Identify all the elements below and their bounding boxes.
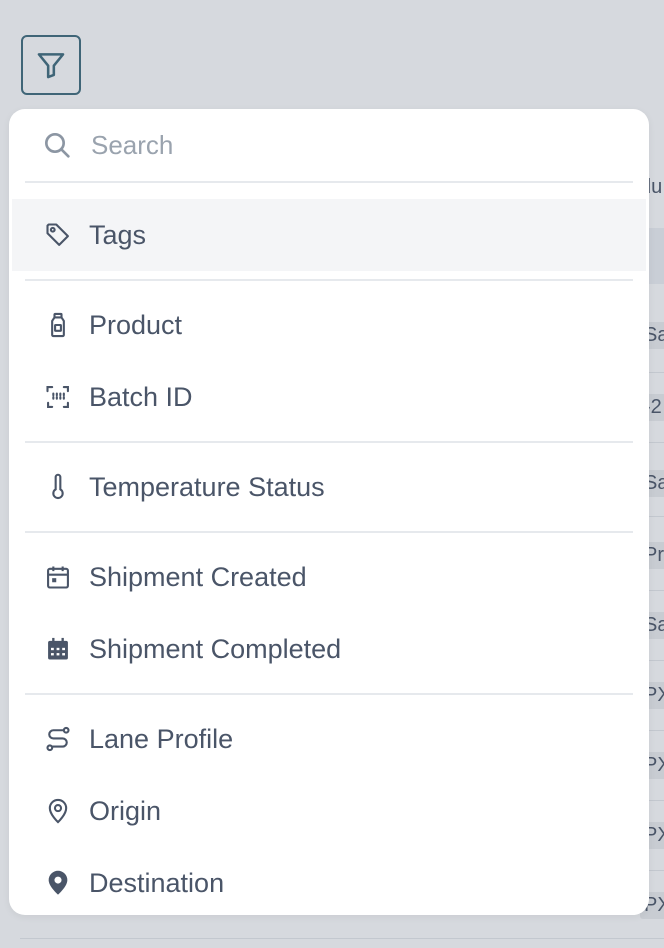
search-row xyxy=(9,109,649,181)
map-pin-outline-icon xyxy=(48,798,68,824)
filter-option-label: Batch ID xyxy=(89,382,193,412)
filter-option-label: Temperature Status xyxy=(89,472,325,502)
barcode-scan-icon xyxy=(46,386,69,408)
map-pin-filled-icon xyxy=(48,870,68,895)
divider xyxy=(25,181,633,183)
divider xyxy=(25,441,633,443)
filter-option-label: Origin xyxy=(89,796,162,826)
filter-icon xyxy=(37,53,65,79)
route-icon xyxy=(46,726,70,752)
filter-option-label: Tags xyxy=(89,220,147,250)
thermometer-icon xyxy=(52,473,64,500)
calendar-filled-icon xyxy=(48,637,68,660)
filter-option-tags[interactable]: Tags xyxy=(12,199,646,271)
filter-option-label: Product xyxy=(89,310,183,340)
filter-option-origin[interactable]: Origin xyxy=(12,775,646,847)
filter-option-product[interactable]: Product xyxy=(12,289,646,361)
filter-option-lane-profile[interactable]: Lane Profile xyxy=(12,703,646,775)
filter-option-destination[interactable]: Destination xyxy=(12,847,646,915)
filter-option-label: Shipment Created xyxy=(89,562,307,592)
calendar-icon xyxy=(47,566,69,589)
search-icon xyxy=(45,133,70,158)
tag-icon xyxy=(46,223,69,246)
divider xyxy=(25,279,633,281)
divider xyxy=(25,693,633,695)
search-input[interactable] xyxy=(91,123,611,167)
filter-option-shipment-completed[interactable]: Shipment Completed xyxy=(12,613,646,685)
table-bottom-border xyxy=(20,938,664,939)
filter-option-temperature-status[interactable]: Temperature Status xyxy=(12,451,646,523)
filter-option-label: Lane Profile xyxy=(89,724,234,754)
filter-option-batch-id[interactable]: Batch ID xyxy=(12,361,646,433)
filter-option-label: Destination xyxy=(89,868,225,898)
filter-button[interactable] xyxy=(21,35,81,95)
filter-dropdown: Tags Product Batch ID Temperature Status… xyxy=(9,109,649,915)
filter-option-shipment-created[interactable]: Shipment Created xyxy=(12,541,646,613)
bottle-icon xyxy=(51,312,65,338)
divider xyxy=(25,531,633,533)
filter-option-label: Shipment Completed xyxy=(89,634,342,664)
